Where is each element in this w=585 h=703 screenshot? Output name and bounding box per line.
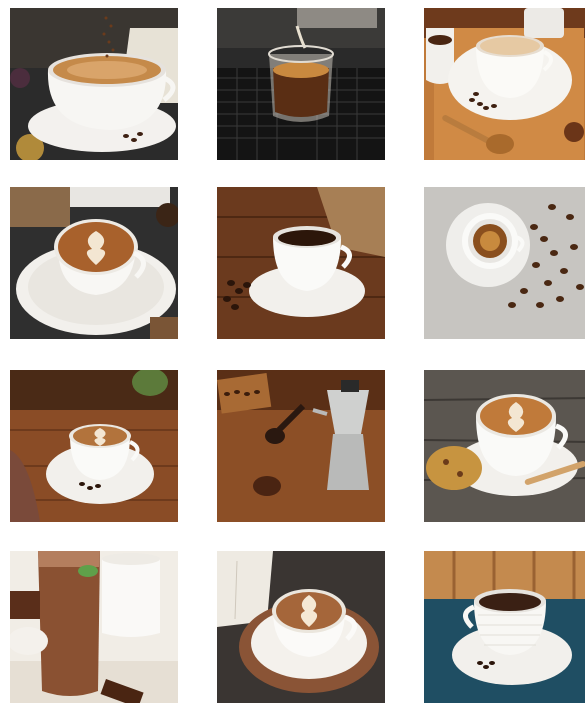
photo-tile-latte-art[interactable] xyxy=(10,187,178,339)
photo-tile-cappuccino[interactable] xyxy=(10,8,178,160)
moka-pot-photo xyxy=(217,370,385,522)
espresso-wood-photo xyxy=(217,187,385,339)
photo-tile-espresso-wood[interactable] xyxy=(217,187,385,339)
latte-art-photo xyxy=(10,187,178,339)
espresso-beans-photo xyxy=(424,187,585,339)
latte-tray-photo xyxy=(424,8,585,160)
photo-tile-moka-pot[interactable] xyxy=(217,370,385,522)
latte-book-photo xyxy=(217,551,385,703)
photo-tile-chocolate-drink[interactable] xyxy=(10,551,178,703)
espresso-blue-photo xyxy=(424,551,585,703)
chocolate-drink-photo xyxy=(10,551,178,703)
espresso-machine-photo xyxy=(217,8,385,160)
photo-tile-espresso-beans[interactable] xyxy=(424,187,585,339)
cappuccino-photo xyxy=(10,8,178,160)
photo-tile-latte-book[interactable] xyxy=(217,551,385,703)
latte-cookie-photo xyxy=(424,370,585,522)
latte-table-photo xyxy=(10,370,178,522)
photo-tile-latte-tray[interactable] xyxy=(424,8,585,160)
photo-tile-latte-table[interactable] xyxy=(10,370,178,522)
photo-tile-latte-cookie[interactable] xyxy=(424,370,585,522)
photo-tile-espresso-machine[interactable] xyxy=(217,8,385,160)
photo-tile-espresso-blue[interactable] xyxy=(424,551,585,703)
